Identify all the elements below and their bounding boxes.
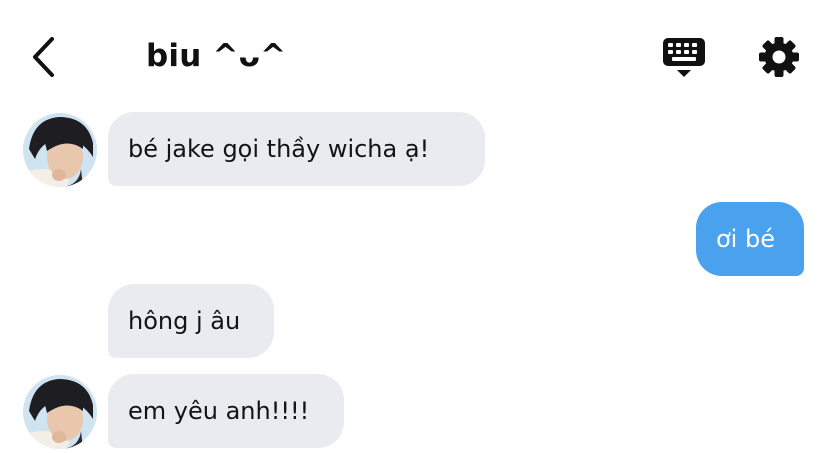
message-text: hông j âu xyxy=(128,307,241,335)
message-text: em yêu anh!!!! xyxy=(128,397,310,425)
avatar-photo xyxy=(23,113,97,187)
avatar[interactable] xyxy=(23,113,97,187)
message-bubble-incoming[interactable]: hông j âu xyxy=(108,284,274,358)
chat-title[interactable]: biu ^ᴗ^ xyxy=(146,36,286,76)
message-text: ơi bé xyxy=(716,225,775,253)
chevron-left-icon[interactable] xyxy=(28,34,64,80)
avatar[interactable] xyxy=(23,375,97,449)
avatar-photo xyxy=(23,375,97,449)
gear-icon[interactable] xyxy=(757,35,801,79)
message-bubble-outgoing[interactable]: ơi bé xyxy=(696,202,804,276)
message-bubble-incoming[interactable]: em yêu anh!!!! xyxy=(108,374,344,448)
message-text: bé jake gọi thầy wicha ạ! xyxy=(128,135,430,163)
keyboard-icon[interactable] xyxy=(662,36,706,78)
chat-header: biu ^ᴗ^ xyxy=(0,0,828,100)
message-bubble-incoming[interactable]: bé jake gọi thầy wicha ạ! xyxy=(108,112,485,186)
